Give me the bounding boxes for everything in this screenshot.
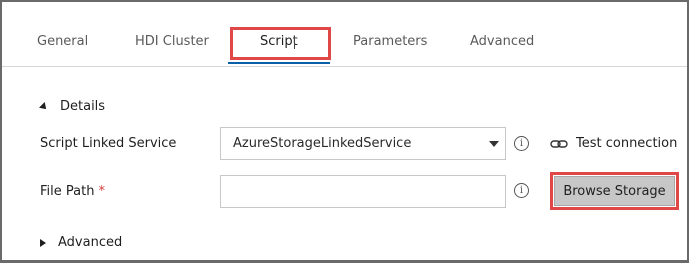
- file-path-label-text: File Path: [40, 184, 95, 199]
- text-cursor: [294, 36, 295, 49]
- info-icon[interactable]: i: [514, 183, 529, 198]
- browse-storage-button[interactable]: Browse Storage: [554, 176, 675, 206]
- tab-bar: General HDI Cluster Script Parameters Ad…: [2, 2, 687, 67]
- test-connection-link[interactable]: Test connection: [550, 136, 677, 151]
- browse-storage-highlight: Browse Storage: [550, 172, 679, 210]
- details-section-toggle[interactable]: Details: [39, 99, 106, 114]
- active-tab-underline: [228, 62, 330, 64]
- caret-right-icon: [40, 238, 46, 247]
- caret-down-icon: [39, 101, 49, 112]
- tab-general[interactable]: General: [37, 34, 88, 49]
- info-icon[interactable]: i: [514, 136, 529, 151]
- test-connection-label: Test connection: [576, 136, 678, 151]
- link-icon: [550, 139, 568, 148]
- chevron-down-icon: [489, 141, 499, 147]
- advanced-section-toggle[interactable]: Advanced: [40, 235, 122, 250]
- required-marker: *: [98, 184, 105, 199]
- tab-hdi-cluster[interactable]: HDI Cluster: [135, 34, 209, 49]
- details-section-label: Details: [60, 99, 106, 114]
- advanced-section-label: Advanced: [58, 235, 123, 250]
- script-settings-panel: General HDI Cluster Script Parameters Ad…: [0, 0, 689, 263]
- script-linked-service-label: Script Linked Service: [40, 136, 177, 151]
- tab-parameters[interactable]: Parameters: [353, 34, 427, 49]
- script-linked-service-value: AzureStorageLinkedService: [233, 136, 412, 151]
- tab-advanced[interactable]: Advanced: [470, 34, 534, 49]
- script-linked-service-select[interactable]: AzureStorageLinkedService: [220, 127, 506, 160]
- file-path-label: File Path *: [40, 184, 105, 199]
- script-tab-highlight: [230, 27, 331, 60]
- file-path-input[interactable]: [220, 175, 506, 208]
